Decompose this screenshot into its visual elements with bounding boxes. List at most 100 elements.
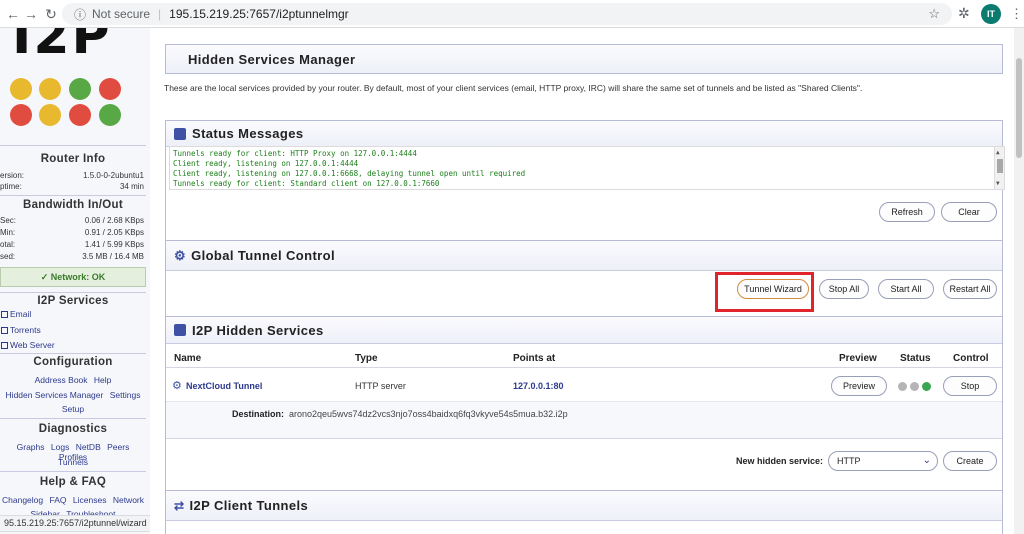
new-hidden-service-label: New hidden service: <box>736 456 824 466</box>
gear-icon: ⚙ <box>174 247 187 263</box>
new-service-type-select[interactable]: HTTP ⌄ <box>828 451 938 471</box>
status-dot <box>910 382 919 391</box>
scroll-up-icon[interactable]: ▲ <box>996 148 1000 158</box>
configuration-heading[interactable]: Configuration <box>0 356 146 368</box>
scroll-down-icon[interactable]: ▼ <box>996 179 1000 189</box>
sidebar-item-email[interactable]: Email <box>1 309 31 319</box>
router-info-row: ptime: 34 min <box>0 182 144 191</box>
logo-dot <box>10 104 32 126</box>
client-tunnels-panel: ⇄ I2P Client Tunnels <box>165 490 1003 534</box>
router-info-heading[interactable]: Router Info <box>0 153 146 165</box>
column-header-preview: Preview <box>839 353 877 364</box>
sidebar-item-peers[interactable]: Peers <box>107 442 129 452</box>
bookmark-star-icon[interactable]: ☆ <box>928 6 940 22</box>
status-dot <box>898 382 907 391</box>
avatar[interactable]: IT <box>981 4 1001 24</box>
sidebar-item-hidden-services-manager[interactable]: Hidden Services Manager <box>6 390 104 400</box>
forward-icon[interactable]: → <box>20 3 42 25</box>
address-bar[interactable]: ⓘ Not secure | 195.15.219.25:7657/i2ptun… <box>62 3 952 25</box>
sidebar-item-licenses[interactable]: Licenses <box>73 495 107 505</box>
sidebar-item-faq[interactable]: FAQ <box>50 495 67 505</box>
configuration-links: Address Book Help <box>0 375 146 385</box>
stop-tunnel-button[interactable]: Stop <box>943 376 997 396</box>
clear-button[interactable]: Clear <box>941 202 997 222</box>
preview-button[interactable]: Preview <box>831 376 887 396</box>
server-icon <box>174 324 186 336</box>
torrents-icon <box>1 327 8 334</box>
stop-all-button[interactable]: Stop All <box>819 279 869 299</box>
logo-dot <box>69 104 91 126</box>
client-tunnel-icon: ⇄ <box>174 498 185 513</box>
points-at-link[interactable]: 127.0.0.1:80 <box>513 381 564 391</box>
main-content: Hidden Services Manager These are the lo… <box>156 28 1014 534</box>
url-text[interactable]: 195.15.219.25:7657/i2ptunnelmgr <box>169 7 348 21</box>
menu-icon[interactable]: ⋮ <box>1010 6 1023 22</box>
log-line: Client ready, listening on 127.0.0.1:666… <box>173 169 526 178</box>
sidebar-item-settings[interactable]: Settings <box>110 390 141 400</box>
column-header-name: Name <box>174 353 202 364</box>
hidden-services-header: I2P Hidden Services <box>166 317 1002 344</box>
status-log[interactable]: Tunnels ready for client: HTTP Proxy on … <box>169 146 1005 190</box>
sidebar-item-network[interactable]: Network <box>113 495 144 505</box>
logo-dot <box>39 78 61 100</box>
extensions-icon[interactable]: ✲ <box>958 5 970 22</box>
web-server-icon <box>1 342 8 349</box>
column-header-points-at: Points at <box>513 353 556 364</box>
sidebar-item-tunnels[interactable]: Tunnels <box>58 457 88 467</box>
sidebar-item-changelog[interactable]: Changelog <box>2 495 43 505</box>
create-button[interactable]: Create <box>943 451 997 471</box>
email-icon <box>1 311 8 318</box>
page-title: Hidden Services Manager <box>166 45 1002 73</box>
global-tunnel-control-title: Global Tunnel Control <box>191 248 335 263</box>
column-header-type: Type <box>355 353 378 364</box>
logo-dot <box>39 104 61 126</box>
diagnostics-heading[interactable]: Diagnostics <box>0 423 146 435</box>
help-heading[interactable]: Help & FAQ <box>0 476 146 488</box>
logo-dot <box>99 78 121 100</box>
refresh-button[interactable]: Refresh <box>879 202 935 222</box>
sidebar-item-logs[interactable]: Logs <box>51 442 69 452</box>
global-tunnel-control-header: ⚙ Global Tunnel Control <box>166 241 1002 271</box>
page-scrollbar[interactable] <box>1014 28 1024 534</box>
sidebar-item-help[interactable]: Help <box>94 375 111 385</box>
sidebar-item-address-book[interactable]: Address Book <box>35 375 88 385</box>
intro-text: These are the local services provided by… <box>164 83 863 93</box>
log-line: Tunnels ready for client: Standard clien… <box>173 179 440 188</box>
start-all-button[interactable]: Start All <box>878 279 934 299</box>
bandwidth-row: Sec: 0.06 / 2.68 KBps <box>0 216 144 225</box>
network-status[interactable]: ✓ Network: OK <box>0 267 146 287</box>
help-links: Changelog FAQ Licenses Network <box>0 495 146 505</box>
sidebar-item-torrents[interactable]: Torrents <box>1 325 41 335</box>
sidebar-item-setup[interactable]: Setup <box>62 404 84 414</box>
bandwidth-row: sed: 3.5 MB / 16.4 MB <box>0 252 144 261</box>
messages-icon <box>174 127 186 140</box>
tunnel-name-link[interactable]: NextCloud Tunnel <box>186 381 262 391</box>
reload-icon[interactable]: ↻ <box>40 3 62 25</box>
hidden-services-panel: I2P Hidden Services Name Type Points at … <box>165 316 1003 512</box>
status-messages-header: Status Messages <box>166 121 1002 147</box>
hidden-services-title: I2P Hidden Services <box>192 322 324 338</box>
destination-address[interactable]: arono2qeu5wvs74dz2vcs3njo7oss4baidxq6fq3… <box>289 409 568 419</box>
sidebar-item-graphs[interactable]: Graphs <box>17 442 45 452</box>
sidebar-item-netdb[interactable]: NetDB <box>76 442 101 452</box>
client-tunnels-header: ⇄ I2P Client Tunnels <box>166 491 1002 521</box>
destination-label: Destination: <box>232 409 285 419</box>
services-heading[interactable]: I2P Services <box>0 295 146 307</box>
highlight-box <box>715 272 814 312</box>
status-messages-panel: Status Messages Tunnels ready for client… <box>165 120 1005 256</box>
i2p-logo[interactable]: I2P <box>4 28 144 68</box>
log-line: Client ready, listening on 127.0.0.1:444… <box>173 159 359 168</box>
gear-icon: ⚙ <box>172 380 182 392</box>
bandwidth-heading[interactable]: Bandwidth In/Out <box>0 199 146 211</box>
log-scrollbar[interactable]: ▲ ▼ <box>994 147 1004 189</box>
column-header-status: Status <box>900 353 931 364</box>
log-line: Tunnels ready for client: HTTP Proxy on … <box>173 149 417 158</box>
status-dot-running <box>922 382 931 391</box>
sidebar: I2P Router Info ersion: 1.5.0-0-2ubuntu1 … <box>0 28 150 534</box>
restart-all-button[interactable]: Restart All <box>943 279 997 299</box>
configuration-links: Hidden Services Manager Settings <box>0 390 146 400</box>
client-tunnels-title: I2P Client Tunnels <box>189 498 309 513</box>
sidebar-item-web-server[interactable]: Web Server <box>1 340 55 350</box>
security-label: Not secure <box>92 7 151 21</box>
bandwidth-row: otal: 1.41 / 5.99 KBps <box>0 240 144 249</box>
